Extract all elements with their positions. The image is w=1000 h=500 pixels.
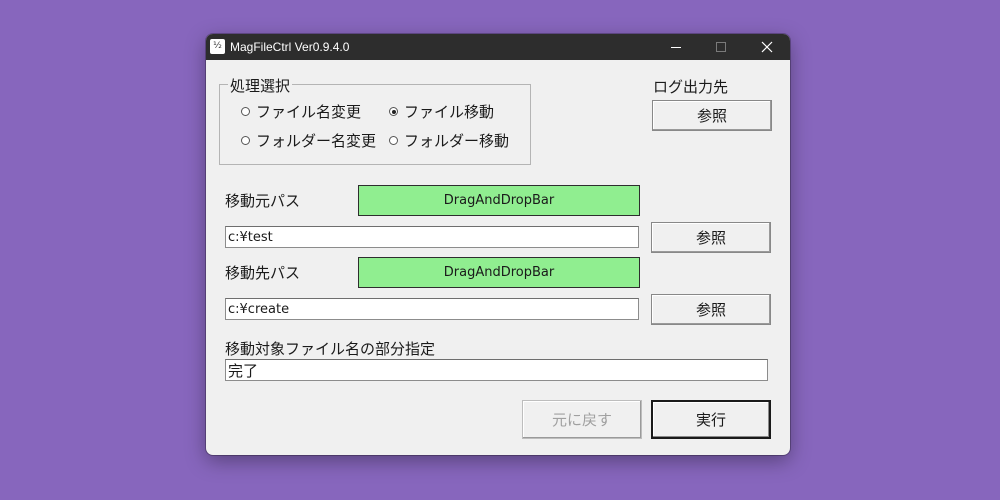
partial-name-input[interactable]: 完了 (225, 359, 768, 381)
source-path-label: 移動元パス (225, 192, 301, 210)
app-window: ½ MagFileCtrl Ver0.9.4.0 処理選択 ファイル名変更 ファ… (206, 34, 790, 455)
source-browse-button[interactable]: 参照 (651, 222, 771, 253)
destination-browse-button[interactable]: 参照 (651, 294, 771, 325)
destination-drag-drop-bar[interactable]: DragAndDropBar (358, 257, 640, 288)
radio-circle (241, 107, 250, 116)
undo-button[interactable]: 元に戻す (522, 400, 642, 439)
title-bar[interactable]: ½ MagFileCtrl Ver0.9.4.0 (206, 34, 790, 60)
log-browse-button[interactable]: 参照 (652, 100, 772, 131)
minimize-button[interactable] (654, 34, 700, 60)
minimize-icon (671, 47, 681, 48)
close-icon (761, 41, 773, 53)
radio-file-move[interactable]: ファイル移動 (389, 101, 494, 122)
maximize-button (698, 34, 744, 60)
processing-groupbox (219, 84, 531, 165)
radio-label: フォルダー移動 (404, 132, 510, 150)
app-icon: ½ (210, 39, 225, 54)
processing-group-label: 処理選択 (228, 75, 293, 96)
source-drag-drop-bar[interactable]: DragAndDropBar (358, 185, 640, 216)
partial-name-label: 移動対象ファイル名の部分指定 (225, 340, 436, 358)
radio-folder-rename[interactable]: フォルダー名変更 (241, 130, 376, 151)
radio-circle (389, 136, 398, 145)
source-path-input[interactable]: c:¥test (225, 226, 639, 248)
radio-folder-move[interactable]: フォルダー移動 (389, 130, 509, 151)
radio-label: フォルダー名変更 (256, 132, 377, 150)
radio-circle (241, 136, 250, 145)
radio-file-rename[interactable]: ファイル名変更 (241, 101, 361, 122)
maximize-icon (716, 42, 726, 52)
radio-circle-checked (389, 107, 398, 116)
destination-path-input[interactable]: c:¥create (225, 298, 639, 320)
destination-path-label: 移動先パス (225, 264, 301, 282)
radio-label: ファイル名変更 (256, 103, 362, 121)
radio-label: ファイル移動 (404, 103, 495, 121)
log-output-label: ログ出力先 (653, 78, 729, 96)
window-title: MagFileCtrl Ver0.9.4.0 (230, 40, 350, 54)
execute-button[interactable]: 実行 (651, 400, 771, 439)
close-button[interactable] (744, 34, 790, 60)
